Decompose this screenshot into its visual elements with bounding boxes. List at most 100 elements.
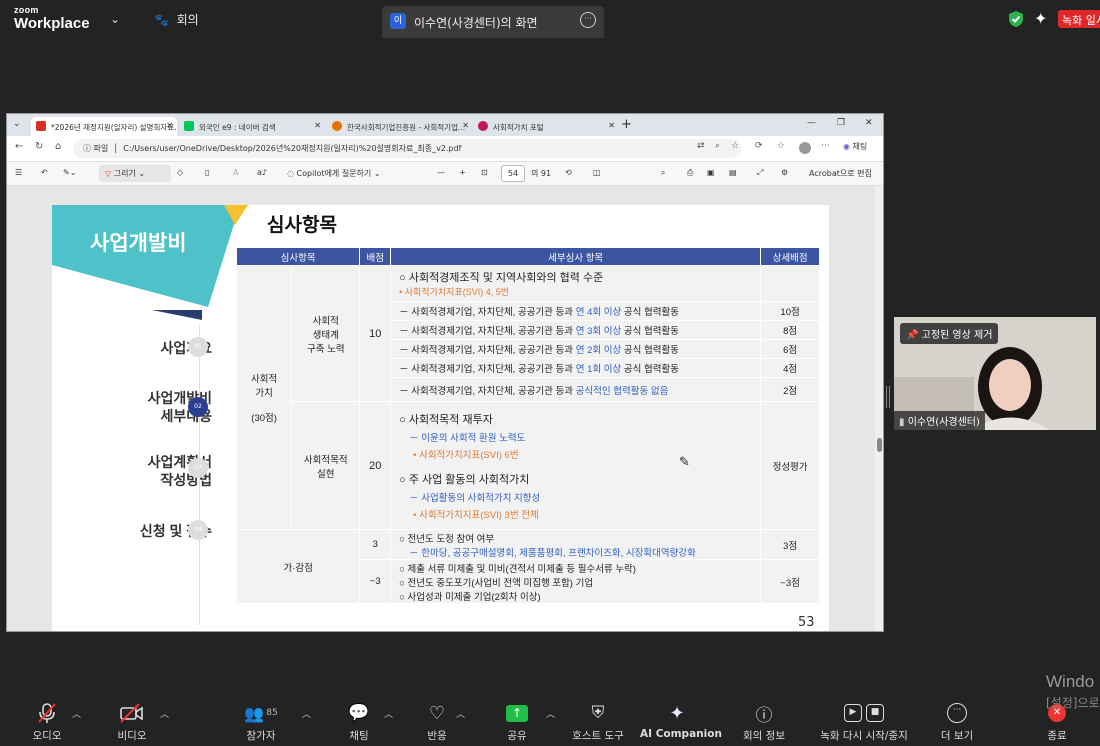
scroll-thumb[interactable] — [877, 438, 882, 452]
draw-button[interactable]: ▽ 그리기 ⌄ — [99, 165, 171, 182]
share-button[interactable]: ↑ 공유 — [502, 700, 532, 743]
close-icon[interactable]: ✕ — [166, 121, 173, 130]
refresh-icon[interactable]: ↻ — [35, 141, 43, 152]
recording-control-button[interactable]: ▶ ■ 녹화 다시 시작/중지 — [812, 700, 916, 743]
restore-icon[interactable]: ❐ — [837, 118, 845, 128]
audio-label: 오디오 — [32, 730, 62, 742]
url-prefix: 파일 — [93, 144, 109, 153]
recording-badge[interactable]: 녹화 일시 — [1058, 10, 1100, 28]
favorite-icon[interactable]: ☆ — [731, 141, 739, 151]
undo-icon[interactable]: ↶ — [41, 168, 48, 177]
audio-options-icon[interactable]: ︿ — [72, 707, 81, 720]
contents-icon[interactable]: ☰ — [15, 168, 22, 177]
participants-options-icon[interactable]: ︿ — [302, 707, 311, 720]
tab-list-icon[interactable]: ⌄ — [13, 119, 21, 129]
chevron-down-icon[interactable]: ⌄ — [110, 12, 120, 26]
resize-grip[interactable] — [886, 386, 890, 408]
ai-sparkle-icon[interactable]: ✦ — [1034, 9, 1047, 28]
pen-cursor-icon: ✎ — [679, 455, 690, 470]
address-bar-row: ← ↻ ⌂ ⓘ 파일 │ C:/Users/user/OneDrive/Desk… — [7, 136, 883, 162]
copilot-ask-button[interactable]: ◌ Copilot에게 질문하기 ⌄ — [287, 168, 381, 179]
browser-window: ⌄ *2026년 재정지원(일자리) 설명회자료... ✕ 외국인 e9 : 네이… — [6, 113, 884, 632]
rotate-icon[interactable]: ⟲ — [565, 168, 572, 177]
score-cell: 10 — [359, 265, 392, 402]
security-shield-icon[interactable] — [1008, 10, 1024, 28]
shield-icon: ⛨ — [591, 703, 605, 723]
meeting-button[interactable]: 🐾 회의 — [154, 11, 199, 28]
home-icon[interactable]: ⌂ — [55, 141, 61, 152]
row-text: － 사회적경제기업, 자치단체, 공공기관 등과 — [399, 364, 576, 375]
share-options-icon[interactable]: ︿ — [546, 707, 555, 720]
back-icon[interactable]: ← — [15, 141, 23, 152]
copilot-chat-button[interactable]: ◉ 채팅 — [843, 141, 867, 152]
tab-naver[interactable]: 외국인 e9 : 네이버 검색 ✕ — [179, 117, 325, 136]
ai-companion-button[interactable]: ✦ AI Companion — [640, 700, 722, 741]
nav-dot-03: 03 — [188, 458, 208, 478]
fullscreen-icon[interactable]: ⤢ — [757, 168, 763, 178]
acrobat-edit-button[interactable]: Acrobat으로 편집 — [809, 168, 872, 179]
video-options-icon[interactable]: ︿ — [160, 707, 169, 720]
eraser-icon[interactable]: ◇ — [177, 168, 183, 177]
text-size-icon[interactable]: A — [233, 168, 238, 177]
shared-screen-tab[interactable]: 이 이수연(사경센터)의 화면 ··· — [382, 6, 604, 38]
pts-cell: −3점 — [760, 559, 820, 604]
audio-button[interactable]: 오디오 — [30, 700, 64, 743]
profile-avatar[interactable] — [799, 142, 811, 154]
settings-icon[interactable]: ⚙ — [781, 168, 788, 177]
fit-page-icon[interactable]: ⊡ — [481, 168, 488, 177]
close-icon[interactable]: ✕ — [314, 121, 321, 130]
heart-icon: ♡ — [428, 702, 446, 724]
criteria-line: ○ 사업성과 미제출 기업(2회차 이상) — [399, 591, 541, 603]
translate-icon[interactable]: ⇄ — [697, 141, 705, 151]
sub-cell: 사회적 생태계 구축 노력 — [291, 265, 361, 402]
address-bar[interactable]: ⓘ 파일 │ C:/Users/user/OneDrive/Desktop/20… — [73, 139, 741, 158]
chat-options-icon[interactable]: ︿ — [384, 707, 393, 720]
read-aloud-icon[interactable]: a♪ — [257, 168, 267, 177]
close-icon[interactable]: ✕ — [608, 121, 615, 130]
extensions-icon[interactable]: ⟳ — [755, 141, 763, 151]
reactions-button[interactable]: ♡ 반응 — [422, 700, 452, 743]
pts-cell: 3점 — [760, 529, 820, 560]
vertical-scrollbar[interactable] — [875, 186, 883, 631]
page-view-icon[interactable]: ◫ — [593, 168, 601, 177]
collections-icon[interactable]: ☆ — [777, 141, 785, 151]
new-tab-icon[interactable]: + — [621, 117, 632, 132]
host-tools-button[interactable]: ⛨ 호스트 도구 — [568, 700, 628, 743]
window-close-icon[interactable]: ✕ — [865, 118, 873, 128]
row-text: 공식 협력활동 — [621, 307, 679, 318]
row-text: 공식 협력활동 — [621, 326, 679, 337]
criteria-cell: － 사회적경제기업, 자치단체, 공공기관 등과 연 3회 이상 공식 협력활동 — [390, 320, 762, 340]
tab-social-enterprise[interactable]: 한국사회적기업진흥원 - 사회적기업... ✕ — [327, 117, 473, 136]
print-icon[interactable]: ⎙ — [687, 168, 693, 178]
page-number-input[interactable]: 54 — [501, 165, 525, 182]
pdf-viewer[interactable]: 사업개발비 사업개요 01 사업개발비 세부내용 02 사업계획서 작성방법 0… — [7, 186, 883, 631]
highlight-icon[interactable]: ✎⌄ — [63, 168, 76, 177]
table-row: 사회적 가치 (30점) 사회적 생태계 구축 노력 10 ○ 사회적경제조직 및… — [235, 265, 820, 530]
zoom-out-icon[interactable]: — — [437, 168, 445, 177]
search-icon[interactable]: ⌕ — [661, 168, 665, 178]
minimize-icon[interactable]: — — [807, 118, 816, 128]
zoom-icon[interactable]: ⌕ — [715, 141, 720, 151]
chat-button[interactable]: 💬 채팅 — [344, 700, 374, 743]
more-options-icon[interactable]: ··· — [580, 12, 596, 28]
participants-button[interactable]: 👥 85 참가자 — [240, 700, 282, 743]
save-as-icon[interactable]: ▤ — [729, 168, 737, 177]
page-title: 심사항목 — [267, 215, 337, 236]
tab-label: *2026년 재정지원(일자리) 설명회자료... — [51, 123, 177, 132]
pin-icon: 📌 — [906, 330, 919, 341]
zoom-in-icon[interactable]: + — [459, 168, 466, 177]
pinned-video[interactable]: 📌 고정된 영상 제거 ▮ 이수연(사경센터) — [894, 317, 1096, 430]
tab-social-value-portal[interactable]: 사회적가치 포털 ✕ — [473, 117, 619, 136]
reactions-options-icon[interactable]: ︿ — [456, 707, 465, 720]
meeting-info-button[interactable]: ⓘ 회의 정보 — [738, 700, 790, 743]
row-highlight: 연 3회 이상 — [575, 326, 622, 337]
save-icon[interactable]: ▣ — [707, 168, 715, 177]
tab-pdf[interactable]: *2026년 재정지원(일자리) 설명회자료... ✕ — [31, 117, 177, 136]
close-icon[interactable]: ✕ — [462, 121, 469, 130]
video-button[interactable]: 비디오 — [114, 700, 150, 743]
more-button[interactable]: ··· 더 보기 — [938, 700, 976, 743]
unpin-video-button[interactable]: 📌 고정된 영상 제거 — [900, 323, 999, 344]
text-icon[interactable]: ▯ — [205, 168, 209, 177]
menu-icon[interactable]: ··· — [821, 141, 830, 151]
row-text: － 사회적경제기업, 자치단체, 공공기관 등과 — [399, 326, 576, 337]
